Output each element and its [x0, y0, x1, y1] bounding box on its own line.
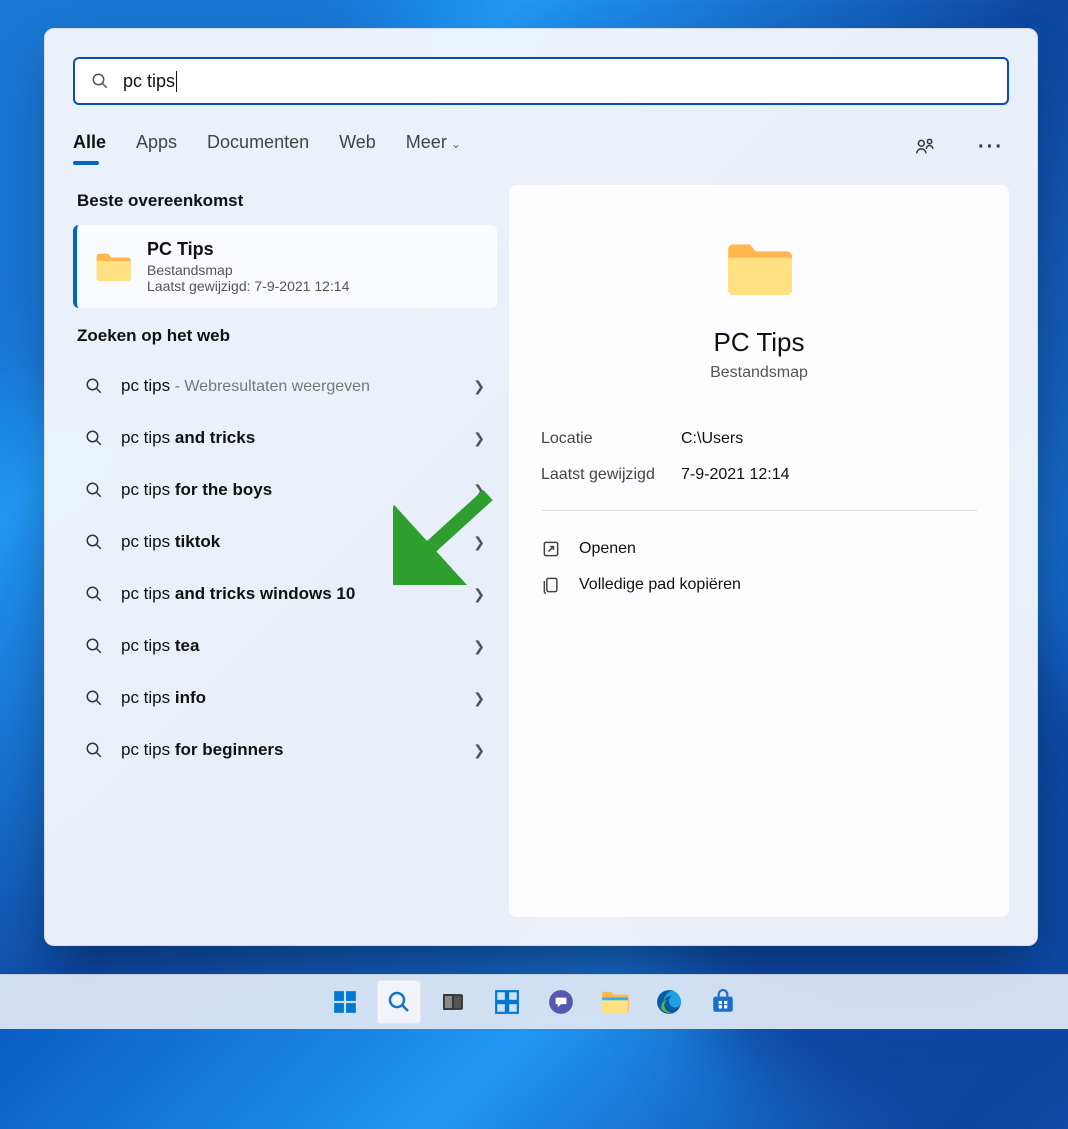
web-result-0[interactable]: pc tips - Webresultaten weergeven❯ [73, 360, 497, 412]
section-best-match-header: Beste overeenkomst [77, 191, 497, 211]
search-icon [85, 689, 103, 707]
search-panel: pc tips Alle Apps Documenten Web Meer⌄ ·… [44, 28, 1038, 946]
meta-modified-label: Laatst gewijzigd [541, 466, 681, 484]
web-result-text: pc tips tiktok [121, 532, 473, 552]
tab-web[interactable]: Web [339, 132, 376, 163]
search-icon [85, 377, 103, 395]
open-icon [541, 539, 561, 559]
best-match-title: PC Tips [147, 239, 349, 260]
tab-apps[interactable]: Apps [136, 132, 177, 163]
search-icon [85, 585, 103, 603]
action-copy-path[interactable]: Volledige pad kopiëren [541, 567, 977, 603]
search-icon [85, 637, 103, 655]
section-web-header: Zoeken op het web [77, 326, 497, 346]
search-icon [85, 533, 103, 551]
web-result-text: pc tips for beginners [121, 740, 473, 760]
detail-pane: PC Tips Bestandsmap Locatie C:\Users Laa… [509, 185, 1009, 917]
taskbar-start[interactable] [323, 980, 367, 1024]
action-open[interactable]: Openen [541, 531, 977, 567]
chevron-right-icon: ❯ [473, 430, 485, 447]
chevron-right-icon: ❯ [473, 586, 485, 603]
web-result-text: pc tips tea [121, 636, 473, 656]
web-result-7[interactable]: pc tips for beginners❯ [73, 724, 497, 776]
search-icon [85, 481, 103, 499]
chevron-right-icon: ❯ [473, 690, 485, 707]
chevron-right-icon: ❯ [473, 534, 485, 551]
chevron-right-icon: ❯ [473, 742, 485, 759]
detail-type: Bestandsmap [710, 364, 808, 382]
taskbar-store[interactable] [701, 980, 745, 1024]
meta-location-value: C:\Users [681, 430, 743, 448]
web-result-text: pc tips and tricks [121, 428, 473, 448]
web-result-text: pc tips info [121, 688, 473, 708]
search-bar[interactable]: pc tips [73, 57, 1009, 105]
web-result-2[interactable]: pc tips for the boys❯ [73, 464, 497, 516]
search-icon [85, 429, 103, 447]
taskbar-task-view[interactable] [431, 980, 475, 1024]
signin-icon[interactable] [907, 129, 943, 165]
copy-icon [541, 575, 561, 595]
more-options-icon[interactable]: ··· [973, 129, 1009, 165]
detail-title: PC Tips [713, 327, 804, 358]
chevron-right-icon: ❯ [473, 482, 485, 499]
taskbar-widgets[interactable] [485, 980, 529, 1024]
web-result-text: pc tips - Webresultaten weergeven [121, 376, 473, 396]
tab-meer[interactable]: Meer⌄ [406, 132, 461, 163]
chevron-down-icon: ⌄ [451, 137, 461, 151]
tab-documenten[interactable]: Documenten [207, 132, 309, 163]
meta-modified-value: 7-9-2021 12:14 [681, 466, 790, 484]
best-match-result[interactable]: PC Tips Bestandsmap Laatst gewijzigd: 7-… [73, 225, 497, 308]
web-result-1[interactable]: pc tips and tricks❯ [73, 412, 497, 464]
taskbar-edge[interactable] [647, 980, 691, 1024]
results-column: Beste overeenkomst PC Tips Bestandsmap L… [73, 185, 497, 917]
tab-alle[interactable]: Alle [73, 132, 106, 163]
web-result-3[interactable]: pc tips tiktok❯ [73, 516, 497, 568]
action-open-label: Openen [579, 540, 636, 558]
folder-icon-large [724, 241, 794, 297]
chevron-right-icon: ❯ [473, 378, 485, 395]
taskbar-search[interactable] [377, 980, 421, 1024]
folder-icon [95, 252, 131, 282]
web-result-5[interactable]: pc tips tea❯ [73, 620, 497, 672]
filter-tabs: Alle Apps Documenten Web Meer⌄ ··· [45, 105, 1037, 165]
meta-location-label: Locatie [541, 430, 681, 448]
taskbar [0, 974, 1068, 1029]
action-copy-path-label: Volledige pad kopiëren [579, 576, 741, 594]
best-match-modified: Laatst gewijzigd: 7-9-2021 12:14 [147, 278, 349, 294]
web-result-6[interactable]: pc tips info❯ [73, 672, 497, 724]
best-match-type: Bestandsmap [147, 262, 349, 278]
taskbar-file-explorer[interactable] [593, 980, 637, 1024]
web-result-4[interactable]: pc tips and tricks windows 10❯ [73, 568, 497, 620]
web-result-text: pc tips and tricks windows 10 [121, 584, 473, 604]
web-result-text: pc tips for the boys [121, 480, 473, 500]
search-input[interactable]: pc tips [123, 71, 177, 92]
taskbar-chat[interactable] [539, 980, 583, 1024]
search-icon [91, 72, 109, 90]
search-icon [85, 741, 103, 759]
chevron-right-icon: ❯ [473, 638, 485, 655]
